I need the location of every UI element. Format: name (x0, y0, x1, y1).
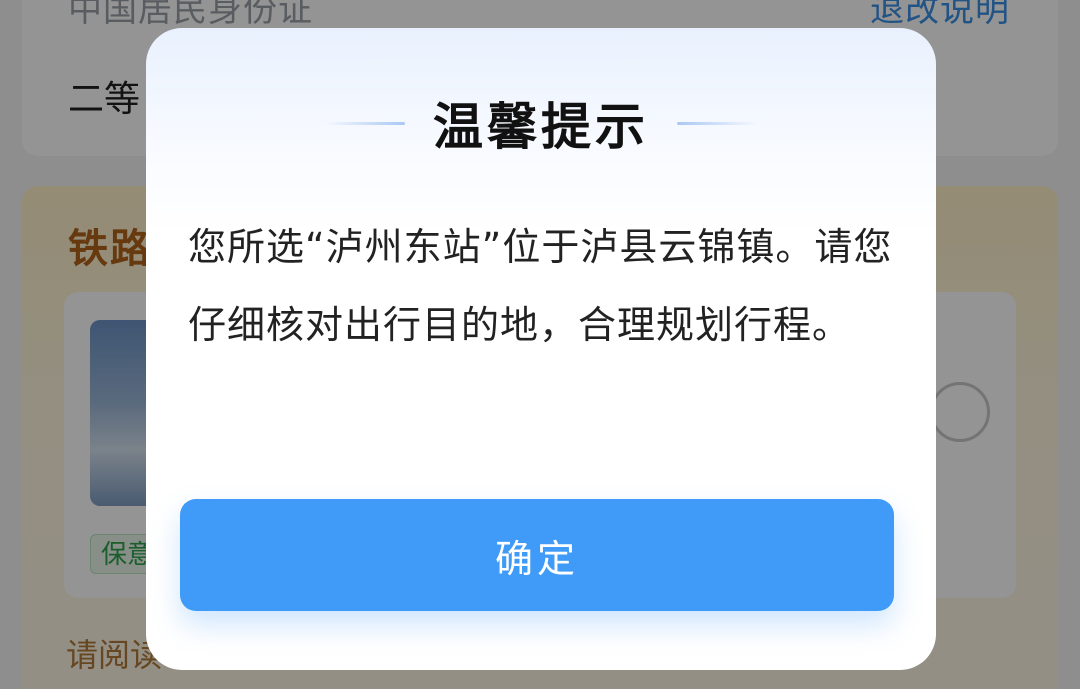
title-decor-line-right (677, 121, 757, 125)
dialog-title: 温馨提示 (433, 98, 649, 156)
dialog-title-row: 温馨提示 (146, 88, 936, 158)
page: 中国居民身份证 退改说明 二等 铁路 保意 请阅读 温馨提示 您所选“泸州东站”… (0, 0, 1080, 689)
tip-dialog: 温馨提示 您所选“泸州东站”位于泸县云锦镇。请您仔细核对出行目的地，合理规划行程… (146, 28, 936, 670)
dialog-message: 您所选“泸州东站”位于泸县云锦镇。请您仔细核对出行目的地，合理规划行程。 (188, 225, 893, 347)
title-decor-line-left (325, 121, 405, 125)
confirm-button[interactable]: 确定 (180, 499, 894, 611)
